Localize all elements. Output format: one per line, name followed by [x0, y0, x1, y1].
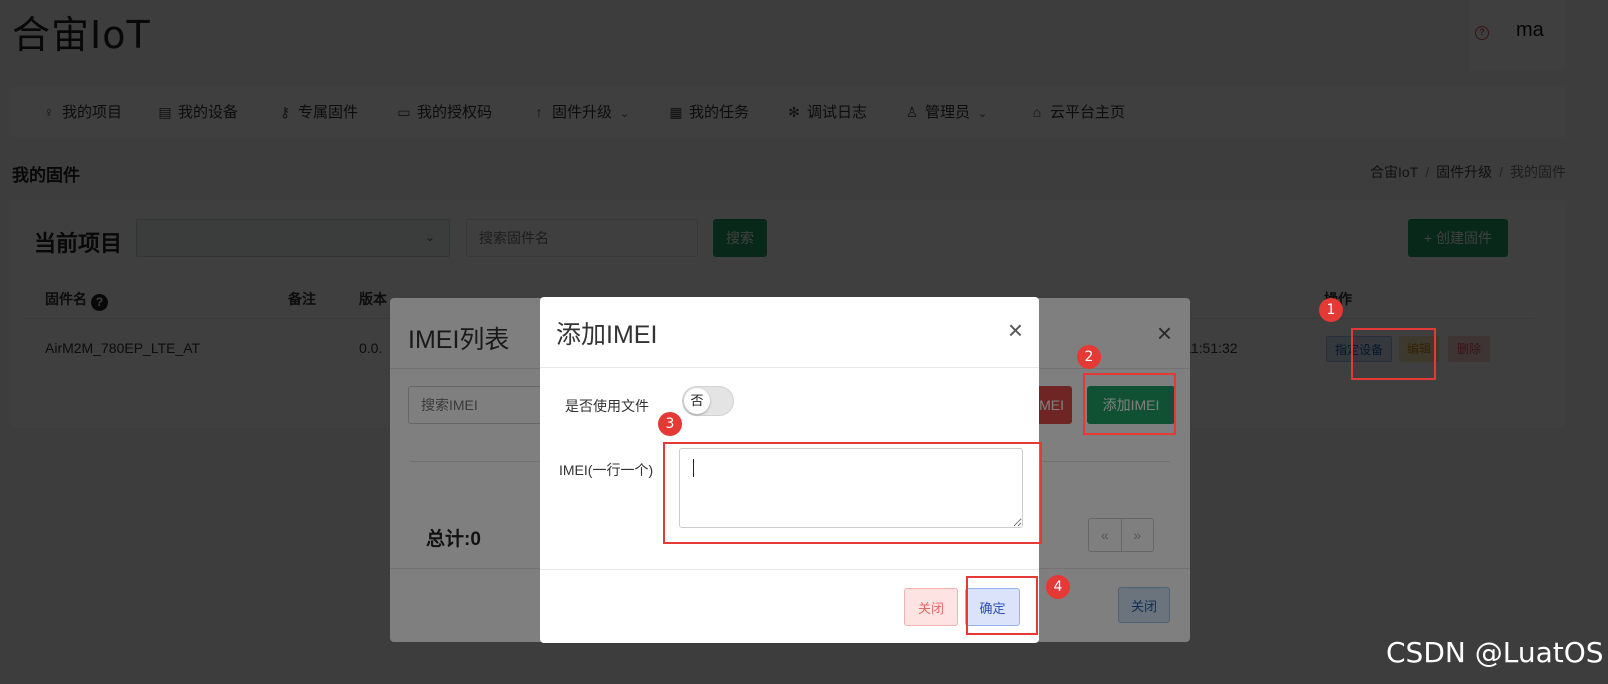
step-badge: 2	[1077, 345, 1101, 369]
close-button[interactable]: 关闭	[904, 588, 958, 626]
step-badge: 1	[1319, 298, 1343, 322]
close-icon[interactable]: ×	[1008, 317, 1023, 343]
highlight-box-assign-device	[1351, 328, 1436, 380]
modal-title: 添加IMEI	[556, 321, 658, 349]
watermark: CSDN @LuatOS	[1386, 636, 1604, 669]
highlight-box-imei-input	[663, 442, 1042, 544]
imei-field-label: IMEI(一行一个)	[559, 462, 654, 478]
step-badge: 3	[658, 412, 682, 436]
highlight-box-confirm	[966, 576, 1038, 635]
step-badge: 4	[1046, 575, 1070, 599]
use-file-label: 是否使用文件	[565, 398, 649, 414]
divider	[540, 367, 1039, 368]
highlight-box-add-imei	[1083, 373, 1176, 435]
divider	[540, 569, 1039, 570]
use-file-toggle[interactable]: 否	[682, 386, 734, 416]
toggle-knob: 否	[684, 388, 710, 414]
